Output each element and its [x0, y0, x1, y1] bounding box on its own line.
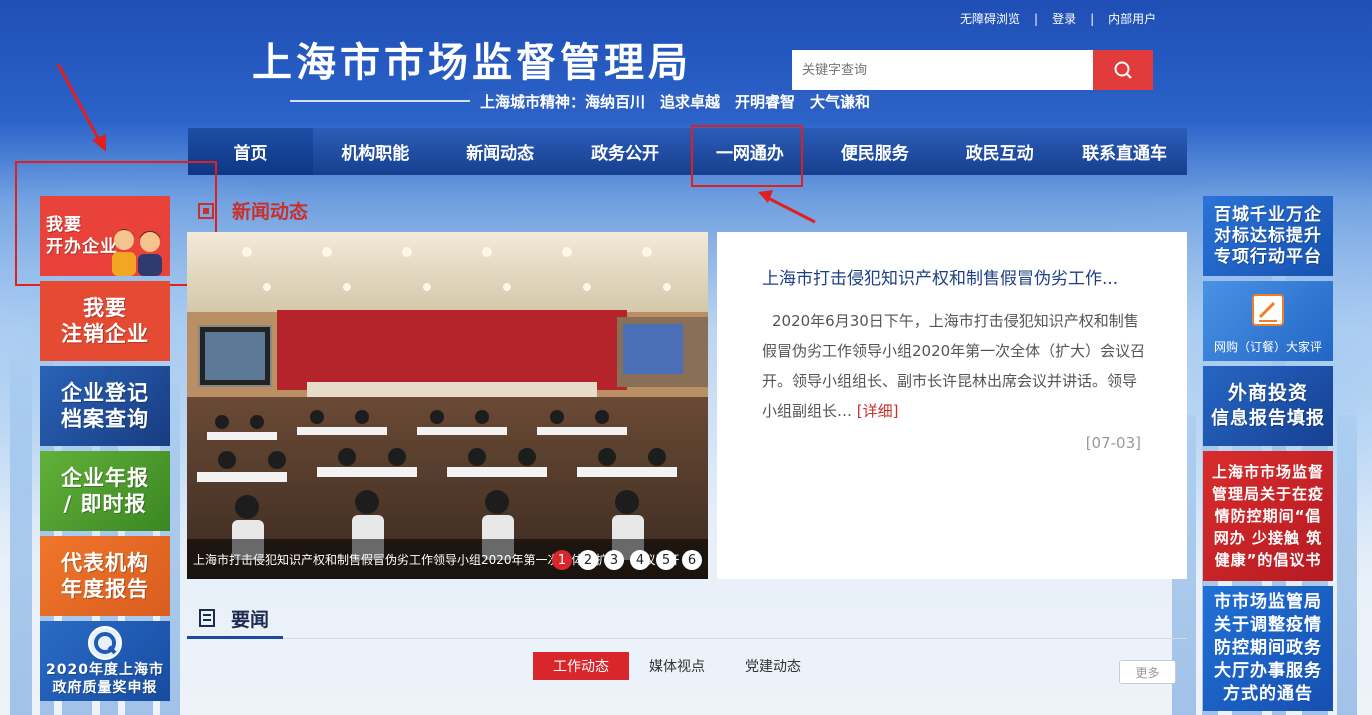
tile-online-shopping-review[interactable]: 网购（订餐）大家评	[1203, 281, 1333, 361]
yaowen-tab: 要闻	[187, 600, 283, 639]
right-service-tiles: 百城千业万企 对标达标提升 专项行动平台 网购（订餐）大家评 外商投资 信息报告…	[1203, 196, 1333, 711]
subtab-media-view[interactable]: 媒体视点	[629, 652, 725, 680]
section-square-icon	[198, 202, 214, 219]
tile-foreign-investment[interactable]: 外商投资 信息报告填报	[1203, 366, 1333, 446]
carousel-pagination: 1 2 3 4 5 6	[552, 550, 702, 570]
tile-line: 我要	[46, 215, 82, 235]
tile-quality-award[interactable]: 2020年度上海市 政府质量奖申报	[40, 621, 170, 701]
carousel-dot-1[interactable]: 1	[552, 550, 572, 570]
tile-line: 企业年报	[61, 466, 149, 490]
tile-line: 上海市市场监督管理局关于在疫情防控期间“倡网办 少接触 筑健康”的倡议书	[1211, 463, 1324, 569]
tile-representative-report[interactable]: 代表机构 年度报告	[40, 536, 170, 616]
tile-registration-archive[interactable]: 企业登记 档案查询	[40, 366, 170, 446]
slogan: 上海城市精神：海纳百川 追求卓越 开明睿智 大气谦和	[290, 91, 881, 112]
left-service-tiles: 我要 开办企业 我要 注销企业 企业登记 档案查询 企业年报 / 即时报 代表机…	[40, 196, 170, 701]
tile-benchmark-platform[interactable]: 百城千业万企 对标达标提升 专项行动平台	[1203, 196, 1333, 276]
tile-line: 信息报告填报	[1211, 408, 1325, 429]
news-date: [07-03]	[1085, 434, 1141, 452]
tile-line: 外商投资	[1227, 382, 1308, 404]
list-document-icon	[199, 609, 215, 627]
yaowen-header: 要闻	[187, 600, 1187, 639]
tile-line: 2020年度上海市	[46, 662, 164, 678]
tile-line: 市市场监管局关于调整疫情防控期间政务大厅办事服务方式的通告	[1214, 592, 1322, 704]
tile-line: 政府质量奖申报	[52, 680, 158, 696]
news-section-header: 新闻动态	[198, 197, 308, 224]
carousel-dot-5[interactable]: 5	[656, 550, 676, 570]
tile-open-business[interactable]: 我要 开办企业	[40, 196, 170, 276]
tile-line: 年度报告	[61, 577, 149, 601]
tile-cancel-business[interactable]: 我要 注销企业	[40, 281, 170, 361]
carousel-dot-3[interactable]: 3	[604, 550, 624, 570]
carousel-dot-4[interactable]: 4	[630, 550, 650, 570]
tile-line: 专项行动平台	[1214, 246, 1322, 267]
more-button[interactable]: 更多	[1119, 660, 1176, 684]
review-clipboard-icon	[1252, 294, 1284, 326]
news-card: 上海市打击侵犯知识产权和制售假冒伪劣工作... 2020年6月30日下午，上海市…	[717, 232, 1187, 579]
subtab-work-news[interactable]: 工作动态	[533, 652, 629, 680]
yaowen-label: 要闻	[231, 608, 270, 631]
news-detail-link[interactable]: [详细]	[857, 402, 899, 420]
news-photo-carousel[interactable]: 上海市打击侵犯知识产权和制售假冒伪劣工作领导小组2020年第一次全体（扩大）会议…	[187, 232, 708, 579]
news-body-text: 2020年6月30日下午，上海市打击侵犯知识产权和制售假冒伪劣工作领导小组202…	[762, 312, 1146, 420]
people-illustration-icon	[112, 229, 162, 276]
tile-line: / 即时报	[63, 492, 147, 516]
tile-line: 企业登记	[61, 381, 149, 405]
tile-hall-notice[interactable]: 市市场监管局关于调整疫情防控期间政务大厅办事服务方式的通告	[1203, 586, 1333, 711]
yaowen-subtabs: 工作动态 媒体视点 党建动态	[533, 652, 821, 680]
carousel-dot-6[interactable]: 6	[682, 550, 702, 570]
tile-line: 注销企业	[61, 322, 149, 346]
tile-epidemic-initiative[interactable]: 上海市市场监督管理局关于在疫情防控期间“倡网办 少接触 筑健康”的倡议书	[1203, 451, 1333, 581]
news-headline[interactable]: 上海市打击侵犯知识产权和制售假冒伪劣工作...	[762, 264, 1152, 289]
meeting-photo	[187, 232, 708, 579]
news-section-label: 新闻动态	[232, 201, 309, 223]
tile-line: 百城千业万企	[1214, 204, 1322, 225]
tile-line: 代表机构	[61, 551, 149, 575]
news-body: 2020年6月30日下午，上海市打击侵犯知识产权和制售假冒伪劣工作领导小组202…	[762, 306, 1147, 426]
tile-line: 我要	[83, 296, 127, 320]
tile-line: 对标达标提升	[1214, 225, 1322, 246]
tile-annual-report[interactable]: 企业年报 / 即时报	[40, 451, 170, 531]
carousel-dot-2[interactable]: 2	[578, 550, 598, 570]
subtab-party-news[interactable]: 党建动态	[725, 652, 821, 680]
tile-line: 网购（订餐）大家评	[1213, 340, 1322, 354]
quality-award-logo-icon	[88, 626, 122, 660]
tile-line: 档案查询	[61, 407, 149, 431]
slogan-text: 上海城市精神：海纳百川 追求卓越 开明睿智 大气谦和	[470, 91, 881, 112]
